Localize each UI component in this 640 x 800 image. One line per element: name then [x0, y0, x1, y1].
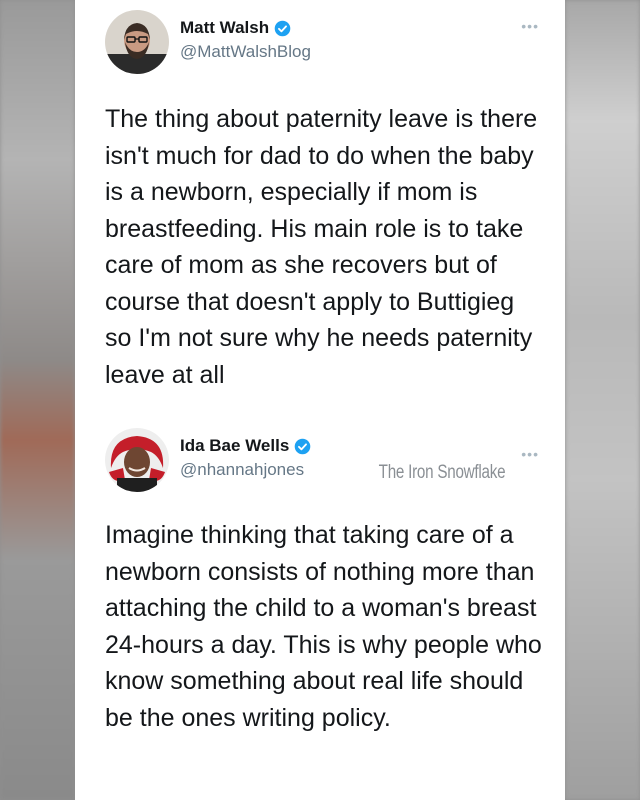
- tweet2-header: Ida Bae Wells @nhannahjones The Iron Sno…: [105, 428, 545, 498]
- tweet2-text: Imagine thinking that taking care of a n…: [105, 521, 542, 732]
- tweet1-names: Matt Walsh @MattWalshBlog: [180, 18, 311, 62]
- more-options-icon[interactable]: •••: [521, 18, 539, 34]
- blurred-background-left: [0, 0, 75, 800]
- verified-badge-icon: [294, 438, 311, 455]
- handle[interactable]: @MattWalshBlog: [180, 42, 311, 62]
- handle[interactable]: @nhannahjones: [180, 460, 311, 480]
- more-options-icon[interactable]: •••: [521, 446, 539, 462]
- tweet1-header: Matt Walsh @MattWalshBlog •••: [105, 10, 545, 80]
- display-name[interactable]: Ida Bae Wells: [180, 436, 289, 456]
- verified-badge-icon: [274, 20, 291, 37]
- watermark: The Iron Snowflake: [378, 462, 505, 483]
- avatar[interactable]: [105, 428, 169, 492]
- tweet2-names: Ida Bae Wells @nhannahjones: [180, 436, 311, 480]
- tweet1-text: The thing about paternity leave is there…: [105, 105, 538, 389]
- avatar[interactable]: [105, 10, 169, 74]
- display-name[interactable]: Matt Walsh: [180, 18, 269, 38]
- tweet-card: Matt Walsh @MattWalshBlog ••• The thing …: [75, 0, 565, 800]
- blurred-background-right: [565, 0, 640, 800]
